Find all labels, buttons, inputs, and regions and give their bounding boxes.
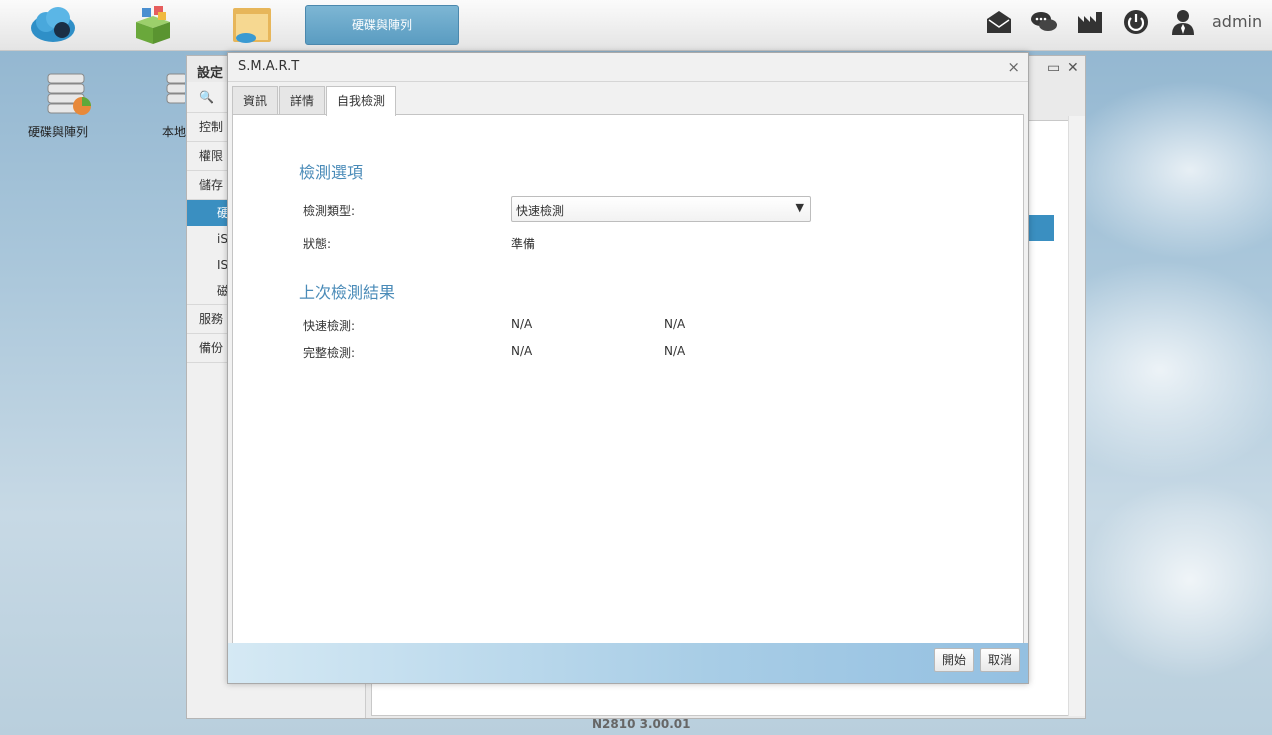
result-value: N/A [664,344,686,358]
maximize-icon[interactable]: ▭ [1047,60,1060,76]
local-icon [166,73,188,104]
result-label: 快速檢測: [303,319,356,333]
self-test-panel: 檢測選項 檢測類型: 快速檢測 ▼ 狀態: 準備 上次檢測結果 快速檢測: N/… [232,114,1024,643]
close-icon[interactable]: ✕ [1067,60,1079,76]
section-heading-results: 上次檢測結果 [299,283,396,302]
test-type-label: 檢測類型: [303,204,356,218]
chevron-down-icon: ▼ [795,201,804,214]
disk-array-icon [47,73,91,115]
close-icon[interactable]: × [1007,58,1020,76]
test-type-select[interactable]: 快速檢測 ▼ [511,196,811,222]
result-value: N/A [511,344,533,358]
active-app-tab[interactable]: 硬碟與陣列 [305,5,459,45]
result-label: 完整檢測: [303,346,356,360]
result-value: N/A [664,317,686,331]
desktop-icon-label: 硬碟與陣列 [28,125,89,139]
desktop-icon-label: 本地 [162,125,187,139]
mail-icon[interactable] [985,8,1013,36]
cloud-decoration [1060,80,1272,260]
dialog-title: S.M.A.R.T [238,59,300,74]
username-label[interactable]: admin [1212,12,1262,31]
chat-icon[interactable] [1030,8,1058,36]
smart-dialog: S.M.A.R.T × 資訊 詳情 自我檢測 檢測選項 檢測類型: 快速檢測 ▼… [227,52,1029,684]
status-value: 準備 [511,237,536,251]
search-icon: 🔍 [199,90,214,104]
desktop-icon-local[interactable]: 本地 [140,70,190,139]
apps-box-icon[interactable] [128,4,178,46]
taskbar: 硬碟與陣列 admin [0,0,1272,51]
cancel-button[interactable]: 取消 [980,648,1021,672]
cloud-icon[interactable] [28,4,78,46]
tab-details[interactable]: 詳情 [279,86,326,115]
desktop-icon-disk-array[interactable]: 硬碟與陣列 [28,70,108,139]
factory-icon[interactable] [1076,8,1104,36]
firmware-version: N2810 3.00.01 [592,717,691,731]
folder-icon[interactable] [228,4,278,46]
cloud-decoration [1080,480,1272,680]
status-label: 狀態: [303,237,332,251]
power-icon[interactable] [1122,8,1150,36]
user-icon[interactable] [1169,8,1197,36]
settings-window-title: 設定 [197,66,224,81]
dialog-footer: 開始 取消 [228,643,1028,683]
section-heading-options: 檢測選項 [299,163,364,182]
tab-self-test[interactable]: 自我檢測 [326,86,397,116]
title-divider [228,81,1028,82]
result-value: N/A [511,317,533,331]
start-button[interactable]: 開始 [934,648,975,672]
tab-info[interactable]: 資訊 [232,86,279,115]
scrollbar[interactable] [1068,116,1085,716]
test-type-value: 快速檢測 [516,204,565,218]
